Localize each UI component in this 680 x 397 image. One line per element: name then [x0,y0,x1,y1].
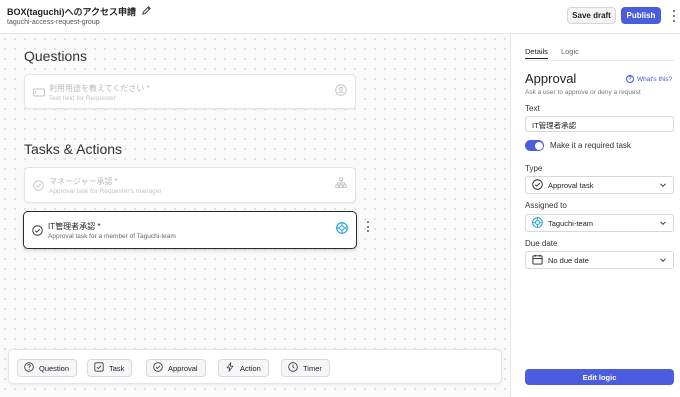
chevron-down-icon [659,219,667,227]
add-step-toolbar: Question Task Approval Action Timer [8,349,502,384]
type-select[interactable]: Approval task [525,176,674,194]
task-title: マネージャー承認 * [49,177,118,186]
tabs-divider [525,60,674,61]
assigned-label: Assigned to [525,201,567,210]
question-icon [24,362,34,374]
task-card-manager[interactable]: マネージャー承認 * Approval task for Requester's… [24,167,356,203]
check-circle-icon [33,178,44,191]
text-input[interactable]: IT管理者承認 [525,116,674,132]
assigned-select[interactable]: Taguchi-team [525,214,674,232]
check-circle-icon [153,362,163,374]
help-circle-icon: ? [626,75,634,83]
add-timer-button[interactable]: Timer [281,359,330,377]
details-panel: Details Logic Approval ? What's this? As… [512,34,680,397]
publish-button[interactable]: Publish [621,7,661,24]
task-subtitle: Approval task for a member of Taguchi-te… [48,233,176,240]
add-action-button[interactable]: Action [218,359,269,377]
edit-pencil-icon[interactable] [141,5,152,18]
task-card-it-admin[interactable]: IT管理者承認 * Approval task for a member of … [23,211,357,249]
whats-this-label: What's this? [637,75,673,83]
question-title: 利用用途を教えてください * [49,84,150,93]
required-label: Make it a required task [550,141,631,150]
page-title: BOX(taguchi)へのアクセス申請 [7,5,152,18]
due-date-label: Due date [525,239,558,248]
required-toggle[interactable] [525,140,544,151]
check-circle-icon [532,178,543,192]
question-card[interactable]: 利用用途を教えてください * Text field for Requester [24,74,356,109]
panel-heading: Approval [525,71,577,86]
team-icon [336,221,348,234]
due-date-select[interactable]: No due date [525,251,674,269]
panel-description: Ask a user to approve or deny a request [525,89,641,96]
add-approval-button[interactable]: Approval [146,359,206,377]
questions-heading: Questions [24,48,88,64]
team-icon [532,216,543,230]
page-title-text: BOX(taguchi)へのアクセス申請 [7,7,137,17]
question-subtitle: Text field for Requester [49,95,116,102]
text-label: Text [525,104,540,113]
whats-this-link[interactable]: ? What's this? [626,75,672,83]
checkbox-icon [94,362,104,374]
tool-label: Task [109,363,125,373]
type-value: Approval task [548,180,594,190]
more-menu-icon[interactable] [671,10,677,22]
tab-details[interactable]: Details [525,47,548,59]
chevron-down-icon [659,256,667,264]
due-date-value: No due date [548,255,589,265]
add-question-button[interactable]: Question [17,359,78,377]
person-icon [335,83,347,96]
task-title: IT管理者承認 * [48,222,101,231]
card-more-icon[interactable] [366,221,370,232]
required-row: Make it a required task [525,140,631,151]
tool-label: Timer [303,363,322,373]
clock-icon [288,362,298,374]
edit-logic-button[interactable]: Edit logic [525,369,674,385]
task-subtitle: Approval task for Requester's manager [49,188,162,195]
tool-label: Action [240,363,261,373]
org-chart-icon [335,176,347,188]
type-label: Type [525,164,543,173]
check-circle-icon [32,223,43,236]
tool-label: Question [39,363,70,373]
app-header: BOX(taguchi)へのアクセス申請 taguchi-access-requ… [0,0,680,34]
lightning-icon [225,362,235,374]
group-name: taguchi-access-request-group [7,19,100,26]
text-field-icon [33,85,45,97]
tab-logic[interactable]: Logic [561,47,579,59]
chevron-down-icon [659,181,667,189]
tool-label: Approval [168,363,198,373]
panel-tabs: Details Logic [525,47,579,59]
save-draft-button[interactable]: Save draft [567,7,616,24]
calendar-icon [532,254,543,267]
assigned-value: Taguchi-team [548,218,594,228]
tasks-heading: Tasks & Actions [24,141,123,157]
add-task-button[interactable]: Task [87,359,133,377]
workflow-canvas: Questions 利用用途を教えてください * Text field for … [0,34,511,397]
